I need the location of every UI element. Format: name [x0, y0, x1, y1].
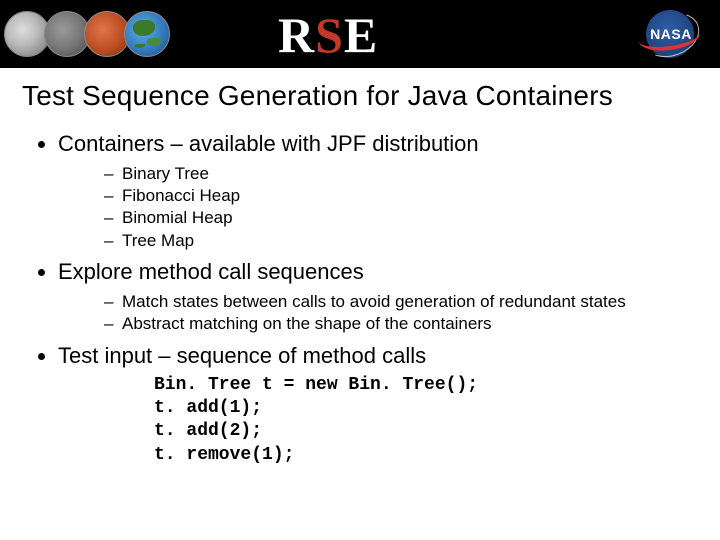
sub-item-text: Binary Tree: [122, 164, 209, 183]
slide-content: Test Sequence Generation for Java Contai…: [0, 68, 720, 467]
bullet-3-text: Test input – sequence of method calls: [58, 343, 426, 368]
bullet-2-text: Explore method call sequences: [58, 259, 364, 284]
banner: RSE NASA: [0, 0, 720, 68]
sub-item-text: Abstract matching on the shape of the co…: [122, 314, 492, 333]
planet-earth-icon: [124, 11, 170, 57]
bullet-3: Test input – sequence of method calls Bi…: [58, 342, 698, 467]
sub-item: Tree Map: [104, 230, 698, 252]
sub-item-text: Binomial Heap: [122, 208, 233, 227]
sub-item-text: Tree Map: [122, 231, 194, 250]
bullet-2-sublist: Match states between calls to avoid gene…: [58, 291, 698, 336]
nasa-logo: NASA: [636, 8, 706, 60]
sub-item: Binary Tree: [104, 163, 698, 185]
bullet-1: Containers – available with JPF distribu…: [58, 130, 698, 252]
page-title: Test Sequence Generation for Java Contai…: [22, 80, 698, 112]
planet-row: [4, 11, 164, 57]
code-block: Bin. Tree t = new Bin. Tree(); t. add(1)…: [154, 374, 698, 466]
bullet-1-sublist: Binary Tree Fibonacci Heap Binomial Heap…: [58, 163, 698, 253]
sub-item-text: Match states between calls to avoid gene…: [122, 292, 626, 311]
sub-item: Abstract matching on the shape of the co…: [104, 313, 698, 335]
sub-item: Fibonacci Heap: [104, 185, 698, 207]
sub-item: Binomial Heap: [104, 207, 698, 229]
rse-logo: RSE: [278, 6, 378, 64]
bullet-list: Containers – available with JPF distribu…: [22, 130, 698, 467]
bullet-1-text: Containers – available with JPF distribu…: [58, 131, 479, 156]
bullet-2: Explore method call sequences Match stat…: [58, 258, 698, 335]
nasa-logo-text: NASA: [636, 26, 706, 42]
sub-item: Match states between calls to avoid gene…: [104, 291, 698, 313]
sub-item-text: Fibonacci Heap: [122, 186, 240, 205]
